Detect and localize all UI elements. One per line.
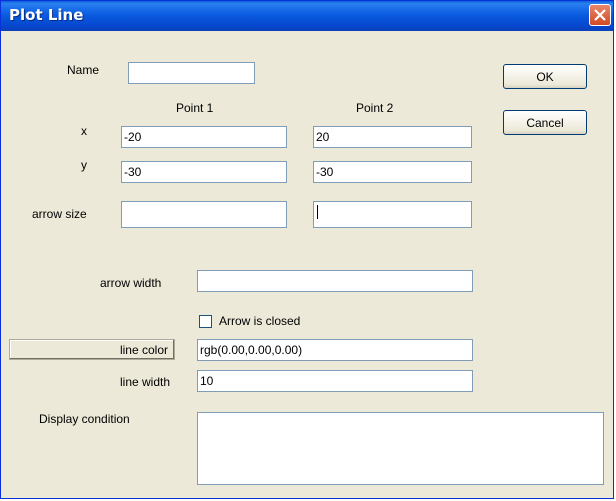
title-bar[interactable]: Plot Line	[1, 1, 613, 31]
point1-y-field[interactable]: -30	[121, 161, 287, 183]
line-color-button[interactable]: line color	[9, 339, 175, 360]
window-title: Plot Line	[9, 6, 84, 24]
arrow-width-label: arrow width	[100, 276, 162, 290]
point1-header: Point 1	[176, 101, 214, 115]
dialog-body: Name OK Cancel Point 1 Point 2 x -20 20 …	[4, 31, 610, 497]
x-label: x	[81, 124, 87, 138]
line-color-button-label: line color	[119, 342, 168, 357]
cancel-button[interactable]: Cancel	[503, 110, 587, 135]
point2-header: Point 2	[356, 101, 394, 115]
arrow-closed-label: Arrow is closed	[219, 314, 301, 328]
arrow-size-point1-field[interactable]	[121, 201, 287, 228]
arrow-size-label: arrow size	[32, 207, 87, 221]
y-label: y	[81, 158, 87, 172]
display-condition-label: Display condition	[39, 412, 130, 426]
line-width-field[interactable]: 10	[197, 370, 473, 392]
point1-x-field[interactable]: -20	[121, 126, 287, 148]
arrow-width-field[interactable]	[197, 270, 473, 292]
text-cursor	[317, 205, 318, 219]
name-label: Name	[67, 63, 100, 77]
plot-line-dialog: Plot Line Name OK Cancel Point 1 Point 2…	[0, 0, 614, 499]
arrow-size-point2-field[interactable]	[313, 201, 472, 228]
point2-x-field[interactable]: 20	[313, 126, 472, 148]
line-color-field[interactable]: rgb(0.00,0.00,0.00)	[197, 339, 473, 361]
point2-y-field[interactable]: -30	[313, 161, 472, 183]
display-condition-textarea[interactable]	[197, 412, 604, 485]
arrow-closed-checkbox[interactable]	[199, 315, 212, 328]
close-button[interactable]	[589, 4, 611, 26]
name-field[interactable]	[128, 62, 255, 84]
ok-button[interactable]: OK	[503, 64, 587, 89]
close-icon	[594, 9, 606, 21]
line-width-label: line width	[120, 375, 171, 389]
